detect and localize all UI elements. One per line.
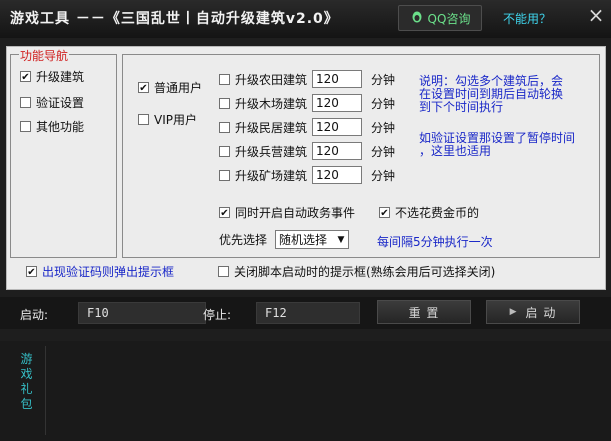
pause-time-note: 如验证设置那设置了暂停时间 ，这里也适用 — [419, 132, 575, 158]
nav-item-label: 其他功能 — [36, 120, 85, 134]
stop-hotkey-label: 停止: — [203, 308, 232, 322]
close-startup-prompt-label: 关闭脚本启动时的提示框(熟练会用后可选择关闭) — [234, 265, 496, 279]
lumber-building-label: 升级木场建筑 — [235, 96, 308, 111]
close-startup-prompt-checkbox[interactable] — [218, 266, 229, 277]
interval-note: 每间隔5分钟执行一次 — [377, 235, 493, 249]
auto-affairs-label: 同时开启自动政务事件 — [235, 206, 356, 220]
priority-label: 优先选择 — [219, 233, 268, 247]
building-row-house: 升级民居建筑 分钟 — [219, 118, 395, 136]
normal-user-label: 普通用户 — [154, 81, 203, 95]
game-gift-panel: 游戏礼包 — [0, 341, 611, 441]
mine-unit-label: 分钟 — [371, 168, 396, 183]
stop-hotkey-field[interactable]: F12 — [256, 302, 360, 324]
captcha-popup-option[interactable]: ✔ 出现验证码则弹出提示框 — [26, 263, 174, 280]
nav-item-upgrade-building[interactable]: ✔ 升级建筑 — [20, 68, 84, 85]
start-button-label: 启 动 — [525, 305, 557, 320]
function-nav-group: 功能导航 ✔ 升级建筑 验证设置 其他功能 — [10, 47, 117, 258]
close-icon[interactable]: × — [584, 3, 608, 27]
farm-building-label: 升级农田建筑 — [235, 72, 308, 87]
nav-item-other-functions[interactable]: 其他功能 — [20, 118, 84, 135]
normal-user-checkbox[interactable]: ✔ — [138, 82, 149, 94]
farm-minutes-input[interactable] — [312, 70, 363, 88]
lumber-unit-label: 分钟 — [371, 96, 396, 111]
function-nav-title: 功能导航 — [19, 47, 70, 64]
house-minutes-input[interactable] — [312, 118, 363, 136]
start-hotkey-label: 启动: — [20, 308, 49, 322]
close-startup-prompt-option[interactable]: 关闭脚本启动时的提示框(熟练会用后可选择关闭) — [218, 263, 495, 280]
nav-item-verify-settings[interactable]: 验证设置 — [20, 94, 84, 111]
game-gift-tab-label: 游戏礼包 — [20, 352, 33, 411]
mine-building-checkbox[interactable] — [219, 169, 230, 181]
nav-verify-settings-checkbox[interactable] — [20, 97, 31, 108]
building-row-mine: 升级矿场建筑 分钟 — [219, 166, 395, 184]
no-gold-option[interactable]: ✔ 不选花费金币的 — [379, 204, 479, 221]
priority-selected-value: 随机选择 — [279, 233, 328, 247]
nav-item-label: 升级建筑 — [36, 70, 85, 84]
nav-item-label: 验证设置 — [36, 96, 85, 110]
main-panel: 功能导航 ✔ 升级建筑 验证设置 其他功能 ✔ 普通用户 VIP用户 升级农田建… — [6, 46, 606, 290]
house-building-checkbox[interactable] — [219, 121, 230, 133]
vip-user-option[interactable]: VIP用户 — [138, 111, 197, 128]
barracks-unit-label: 分钟 — [371, 144, 396, 159]
house-unit-label: 分钟 — [371, 120, 396, 135]
barracks-building-label: 升级兵营建筑 — [235, 144, 308, 159]
reset-button[interactable]: 重 置 — [377, 300, 471, 324]
mine-minutes-input[interactable] — [312, 166, 363, 184]
note-line: 到下个时间执行 — [419, 100, 504, 114]
building-row-farm: 升级农田建筑 分钟 — [219, 70, 395, 88]
start-button[interactable]: ▶ 启 动 — [486, 300, 580, 324]
captcha-popup-checkbox[interactable]: ✔ — [26, 266, 37, 278]
lumber-minutes-input[interactable] — [312, 94, 363, 112]
qq-penguin-icon — [410, 10, 424, 27]
barracks-building-checkbox[interactable] — [219, 145, 230, 157]
app-title: 游戏工具 －－《三国乱世丨自动升级建筑v2.0》 — [10, 11, 339, 27]
no-gold-label: 不选花费金币的 — [395, 206, 480, 220]
title-bar: 游戏工具 －－《三国乱世丨自动升级建筑v2.0》 QQ咨询 不能用？ × — [0, 0, 611, 38]
farm-building-checkbox[interactable] — [219, 73, 230, 85]
chevron-down-icon: ▼ — [337, 234, 345, 245]
building-row-barracks: 升级兵营建筑 分钟 — [219, 142, 395, 160]
qq-consult-label: QQ咨询 — [427, 11, 471, 26]
qq-consult-button[interactable]: QQ咨询 — [398, 5, 482, 31]
priority-select[interactable]: 随机选择 ▼ — [275, 230, 350, 249]
barracks-minutes-input[interactable] — [312, 142, 363, 160]
captcha-popup-label: 出现验证码则弹出提示框 — [42, 265, 175, 279]
vip-user-checkbox[interactable] — [138, 114, 149, 125]
house-building-label: 升级民居建筑 — [235, 120, 308, 135]
control-bar: 启动: F10 停止: F12 重 置 ▶ 启 动 — [0, 297, 611, 329]
reset-button-label: 重 置 — [408, 305, 440, 320]
normal-user-option[interactable]: ✔ 普通用户 — [138, 79, 202, 96]
priority-row: 优先选择 随机选择 ▼ — [219, 230, 350, 249]
mine-building-label: 升级矿场建筑 — [235, 168, 308, 183]
auto-affairs-option[interactable]: ✔ 同时开启自动政务事件 — [219, 204, 355, 221]
lumber-building-checkbox[interactable] — [219, 97, 230, 109]
farm-unit-label: 分钟 — [371, 72, 396, 87]
nav-upgrade-building-checkbox[interactable]: ✔ — [20, 71, 31, 83]
building-row-lumber: 升级木场建筑 分钟 — [219, 94, 395, 112]
multi-building-note: 说明：勾选多个建筑后，会 在设置时间到期后自动轮换 到下个时间执行 — [419, 75, 563, 114]
upgrade-settings-group: ✔ 普通用户 VIP用户 升级农田建筑 分钟 升级木场建筑 分钟 升级民居建筑 … — [122, 54, 600, 258]
vip-user-label: VIP用户 — [154, 113, 197, 127]
play-icon: ▶ — [509, 307, 518, 317]
note-line: ，这里也适用 — [419, 144, 492, 158]
game-gift-tab[interactable]: 游戏礼包 — [8, 346, 46, 435]
start-hotkey-field[interactable]: F10 — [78, 302, 206, 324]
help-link[interactable]: 不能用？ — [503, 10, 551, 27]
auto-affairs-checkbox[interactable]: ✔ — [219, 207, 230, 219]
nav-other-functions-checkbox[interactable] — [20, 121, 31, 132]
no-gold-checkbox[interactable]: ✔ — [379, 207, 390, 219]
